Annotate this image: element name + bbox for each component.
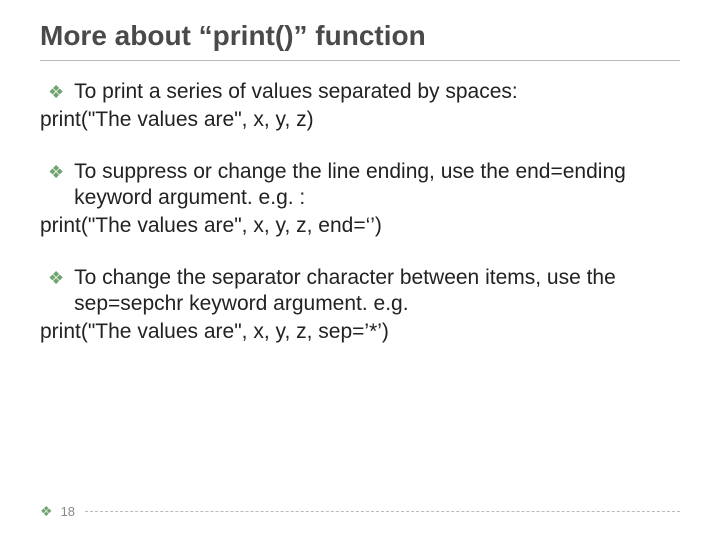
bullet-icon: ❖ bbox=[48, 79, 64, 105]
bullet-text: To print a series of values separated by… bbox=[74, 79, 518, 105]
bullet-icon: ❖ bbox=[48, 265, 64, 291]
page-number: 18 bbox=[61, 504, 75, 519]
slide-title: More about “print()” function bbox=[40, 20, 680, 61]
bullet-text: To change the separator character betwee… bbox=[74, 265, 680, 317]
bullet-row: ❖ To print a series of values separated … bbox=[40, 79, 680, 105]
code-line: print("The values are", x, y, z, sep=’*’… bbox=[40, 319, 680, 345]
bullet-row: ❖ To change the separator character betw… bbox=[40, 265, 680, 317]
code-line: print("The values are", x, y, z, end=‘’) bbox=[40, 213, 680, 239]
bullet-block-2: ❖ To suppress or change the line ending,… bbox=[40, 159, 680, 239]
bullet-icon: ❖ bbox=[48, 159, 64, 185]
code-line: print("The values are", x, y, z) bbox=[40, 107, 680, 133]
footer-bullet-icon: ❖ bbox=[40, 503, 53, 520]
footer-divider bbox=[85, 511, 680, 512]
bullet-row: ❖ To suppress or change the line ending,… bbox=[40, 159, 680, 211]
bullet-text: To suppress or change the line ending, u… bbox=[74, 159, 680, 211]
bullet-block-1: ❖ To print a series of values separated … bbox=[40, 79, 680, 133]
bullet-block-3: ❖ To change the separator character betw… bbox=[40, 265, 680, 345]
footer: ❖ 18 bbox=[40, 503, 680, 520]
